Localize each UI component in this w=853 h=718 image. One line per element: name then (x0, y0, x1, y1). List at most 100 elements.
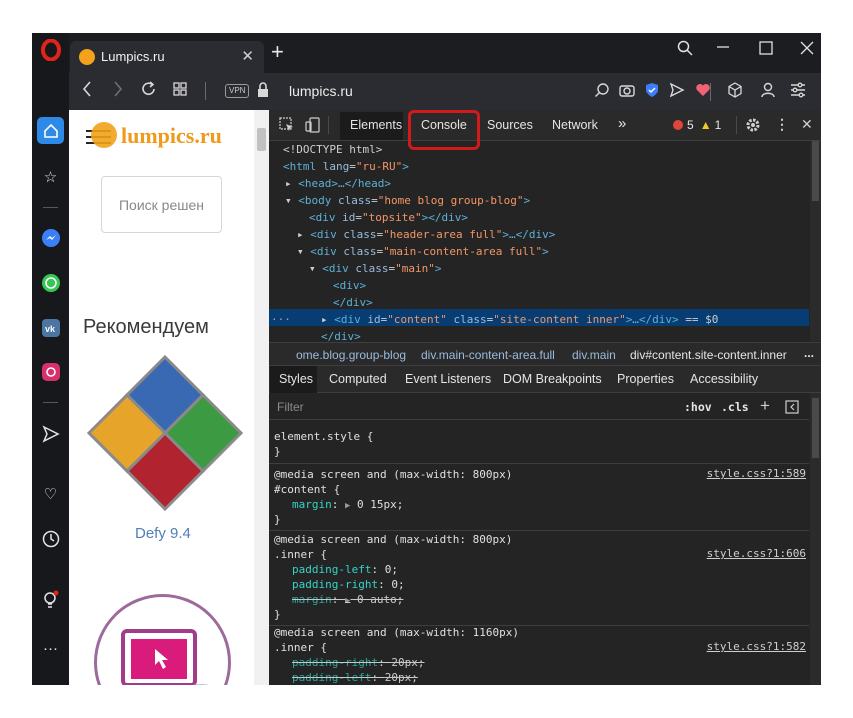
close-window-icon[interactable] (800, 40, 814, 60)
new-rule-plus-icon[interactable]: + (760, 396, 770, 416)
rule-source-link[interactable]: style.css?1:589 (707, 467, 806, 480)
tree-node[interactable]: <div> (333, 277, 366, 294)
row-actions-icon[interactable]: ··· (271, 311, 291, 328)
flow-send-icon[interactable] (669, 82, 685, 101)
product-logo-image[interactable] (85, 353, 245, 513)
rule-end: } (274, 608, 281, 621)
kebab-menu-icon[interactable]: ⋮ (775, 116, 789, 133)
rule-declaration-overridden[interactable]: padding-right: 20px; (292, 655, 424, 670)
browser-tab[interactable]: Lumpics.ru ✕ (70, 41, 264, 73)
tree-node[interactable]: ▸ <div class="header-area full">…</div> (297, 226, 555, 243)
search-icon[interactable] (677, 40, 693, 61)
tab-accessibility[interactable]: Accessibility (690, 372, 758, 386)
styles-filter-input[interactable]: Filter (277, 400, 304, 414)
favorites-heart-icon[interactable] (695, 82, 711, 101)
shield-icon[interactable] (644, 82, 660, 101)
rule-selector[interactable]: element.style { (274, 429, 373, 444)
tab-properties[interactable]: Properties (617, 372, 674, 386)
device-toolbar-icon[interactable] (305, 117, 321, 136)
breadcrumb-more[interactable]: ... (804, 346, 814, 360)
tree-node-selected[interactable]: ▸ <div id="content" class="site-content … (321, 311, 718, 328)
promo-image[interactable] (94, 594, 231, 685)
rule-declaration[interactable]: margin: ▶ 0 15px; (292, 497, 403, 512)
whatsapp-icon[interactable] (37, 269, 64, 296)
camera-icon[interactable] (619, 82, 635, 101)
tab-elements[interactable]: Elements (350, 118, 402, 132)
instagram-icon[interactable] (37, 358, 64, 385)
tabs-grid-icon[interactable] (172, 80, 188, 103)
rule-selector[interactable]: .inner { (274, 547, 327, 562)
tab-close-icon[interactable]: ✕ (241, 47, 254, 65)
more-tabs-icon[interactable]: » (618, 115, 626, 132)
styles-scrollbar[interactable] (810, 393, 821, 685)
more-icon[interactable]: ··· (37, 635, 64, 662)
minimize-icon[interactable] (716, 35, 730, 60)
site-search-input[interactable]: Поиск решен (101, 176, 222, 233)
hov-toggle[interactable]: :hov (684, 400, 712, 414)
issues-counter[interactable]: 5 ▲ 1 (673, 118, 721, 132)
inspect-element-icon[interactable] (279, 117, 295, 136)
maximize-icon[interactable] (759, 40, 773, 60)
scrollbar-thumb[interactable] (257, 128, 266, 151)
settings-gear-icon[interactable] (745, 117, 761, 136)
cls-toggle[interactable]: .cls (721, 400, 749, 414)
reload-icon[interactable] (141, 80, 157, 103)
scrollbar-thumb[interactable] (812, 141, 819, 201)
tree-node[interactable]: ▾ <div class="main"> (309, 260, 442, 277)
rule-declaration-overridden[interactable]: margin: ▶ 0 auto; (292, 592, 403, 607)
url-field[interactable]: lumpics.ru (289, 83, 353, 99)
tab-event-listeners[interactable]: Event Listeners (405, 372, 491, 386)
profile-icon[interactable] (760, 82, 776, 101)
tab-sources[interactable]: Sources (487, 118, 533, 132)
easy-setup-icon[interactable] (790, 82, 806, 101)
lightbulb-icon[interactable] (37, 586, 64, 613)
tab-styles[interactable]: Styles (279, 372, 313, 386)
rule-declaration[interactable]: padding-left: 0; (292, 562, 398, 577)
search-page-icon[interactable] (594, 82, 610, 101)
back-icon[interactable] (81, 80, 93, 103)
page-scrollbar[interactable] (254, 110, 269, 685)
address-separator (205, 82, 206, 100)
tab-computed[interactable]: Computed (329, 372, 387, 386)
tree-node[interactable]: ▾ <div class="main-content-area full"> (297, 243, 549, 260)
star-icon[interactable]: ☆ (37, 163, 64, 190)
lock-icon[interactable] (257, 82, 269, 103)
tab-dom-breakpoints[interactable]: DOM Breakpoints (503, 372, 602, 386)
breadcrumb-item[interactable]: div.main-content-area.full (421, 348, 555, 362)
opera-logo-icon[interactable] (37, 36, 64, 63)
breadcrumb-item[interactable]: ome.blog.group-blog (296, 348, 406, 362)
rule-source-link[interactable]: style.css?1:606 (707, 547, 806, 560)
messenger-icon[interactable] (37, 224, 64, 251)
scrollbar-thumb[interactable] (812, 398, 819, 458)
heart-icon[interactable]: ♡ (37, 480, 64, 507)
send-icon[interactable] (37, 420, 64, 447)
rule-source-link[interactable]: style.css?1:582 (707, 640, 806, 653)
vpn-badge[interactable]: VPN (225, 84, 250, 98)
tree-node[interactable]: ▸ <head>…</head> (285, 175, 391, 192)
tree-scrollbar[interactable] (810, 141, 821, 341)
tree-node[interactable]: <div id="topsite"></div> (309, 209, 468, 226)
rule-declaration[interactable]: padding-right: 0; (292, 577, 405, 592)
product-caption-link[interactable]: Defy 9.4 (135, 525, 191, 542)
breadcrumb-item[interactable]: div.main (572, 348, 616, 362)
rule-declaration-overridden[interactable]: padding-left: 20px; (292, 670, 418, 685)
tree-node[interactable]: </div> (333, 294, 373, 311)
tree-node[interactable]: <html lang="ru-RU"> (283, 158, 409, 175)
tab-network[interactable]: Network (552, 118, 598, 132)
rule-media: @media screen and (max-width: 1160px) (274, 626, 520, 639)
site-logo[interactable]: lumpics.ru (121, 123, 222, 149)
new-tab-button[interactable]: + (271, 39, 284, 65)
devtools-tab-bar: Elements Console Sources Network » 5 ▲ 1 ⋮… (269, 110, 821, 141)
close-devtools-icon[interactable]: ✕ (801, 116, 813, 133)
rule-selector[interactable]: .inner { (274, 640, 327, 655)
breadcrumb-item-current[interactable]: div#content.site-content.inner (630, 348, 787, 362)
history-clock-icon[interactable] (37, 525, 64, 552)
extensions-cube-icon[interactable] (727, 82, 743, 101)
forward-icon[interactable] (112, 80, 124, 103)
toggle-sidebar-icon[interactable] (785, 400, 799, 419)
home-icon[interactable] (37, 117, 64, 144)
vk-icon[interactable]: vk (37, 314, 64, 341)
rule-selector[interactable]: #content { (274, 482, 340, 497)
tree-node[interactable]: <!DOCTYPE html> (283, 141, 382, 158)
tree-node[interactable]: ▾ <body class="home blog group-blog"> (285, 192, 530, 209)
